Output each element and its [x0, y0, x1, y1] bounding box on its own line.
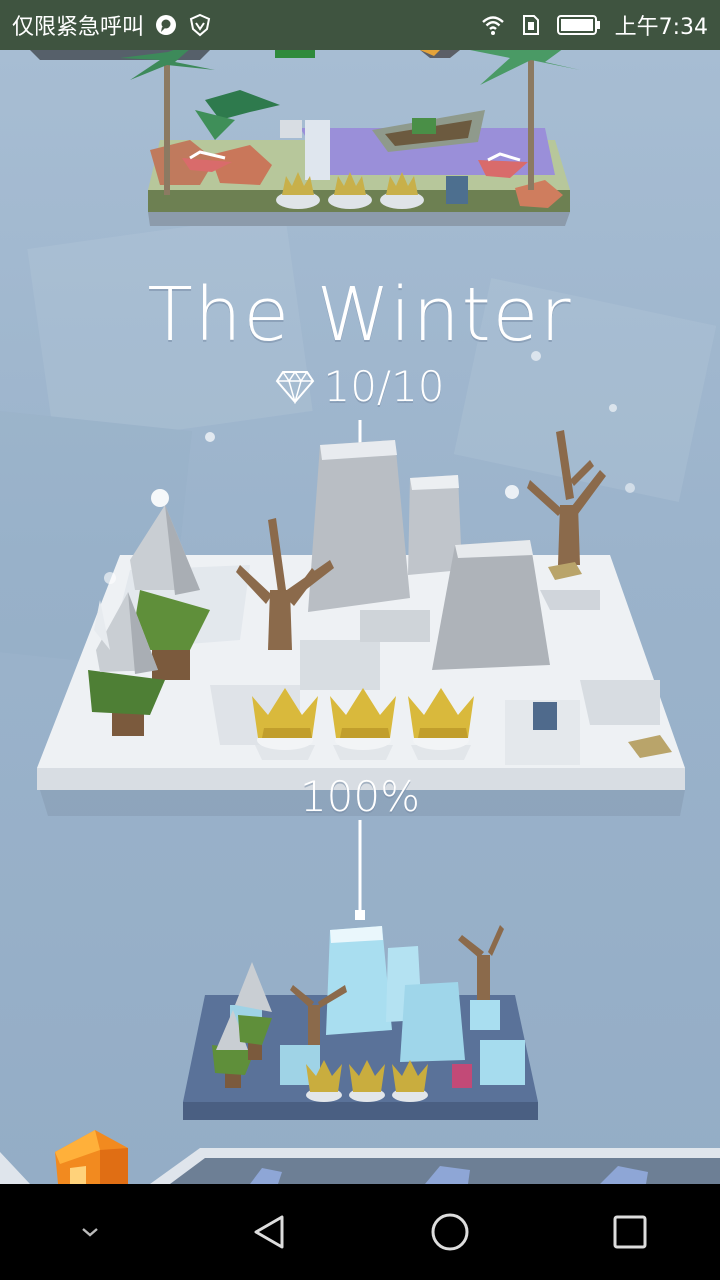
- shield-icon: [189, 13, 211, 37]
- carrier-label: 仅限紧急呼叫: [12, 15, 145, 40]
- home-icon: [431, 1213, 469, 1251]
- navigation-bar: [0, 1184, 720, 1280]
- collapse-icon: [82, 1228, 98, 1237]
- back-button[interactable]: [230, 1192, 310, 1272]
- status-bar: 仅限紧急呼叫 上午7:34: [0, 0, 720, 50]
- chat-bubble-icon: [156, 15, 177, 35]
- previous-level-island[interactable]: [30, 50, 580, 226]
- clock: 上午7:34: [614, 15, 708, 40]
- status-right: 上午7:34: [481, 9, 720, 41]
- gem-counter: 10/10: [0, 362, 720, 411]
- collapse-button[interactable]: [50, 1192, 130, 1272]
- scene-art: [0, 50, 720, 1184]
- battery-icon: [556, 15, 600, 35]
- wifi-icon: [481, 16, 504, 35]
- gem-count: 10/10: [323, 362, 445, 411]
- sim-icon: [522, 15, 539, 35]
- bottom-menu-strip[interactable]: [0, 1130, 720, 1184]
- status-left: 仅限紧急呼叫: [0, 9, 212, 41]
- crown-small: [276, 172, 424, 209]
- diamond-icon: [276, 370, 315, 404]
- recents-icon: [613, 1215, 647, 1249]
- recents-button[interactable]: [590, 1192, 670, 1272]
- home-button[interactable]: [410, 1192, 490, 1272]
- next-level-island[interactable]: [183, 925, 538, 1120]
- level-title: The Winter: [147, 272, 573, 358]
- back-icon: [254, 1215, 284, 1249]
- progress-percent: 100%: [299, 772, 421, 821]
- house-icon[interactable]: [55, 1130, 128, 1184]
- level-select-scene: The Winter 10/10 100%: [0, 50, 720, 1184]
